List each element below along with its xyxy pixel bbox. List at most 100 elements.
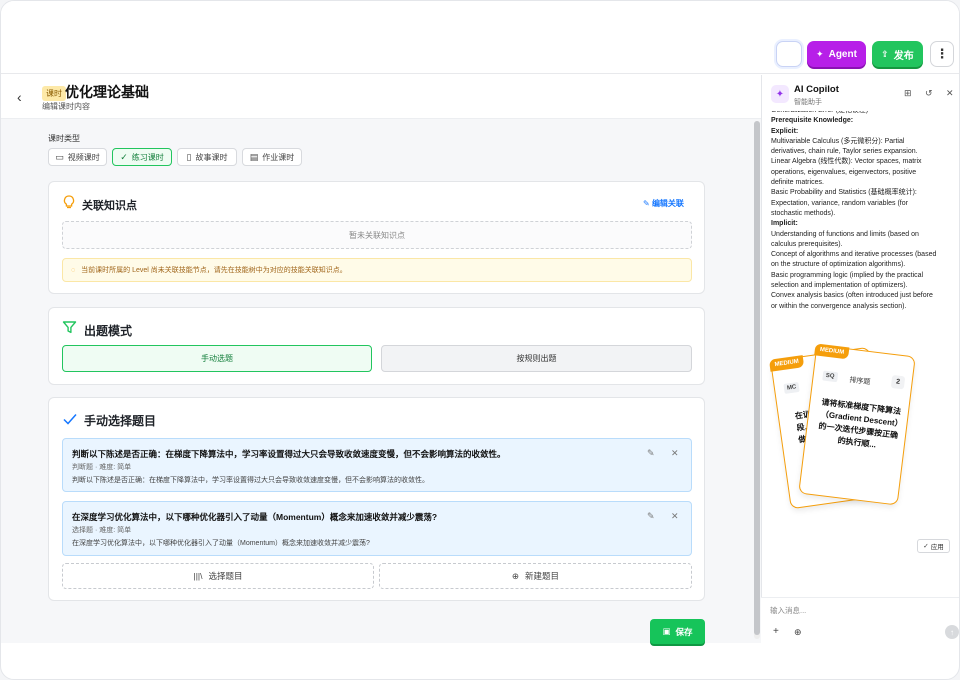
publish-button[interactable]: ⇪ 发布 <box>872 41 923 67</box>
type-practice-label: 练习课时 <box>131 152 164 162</box>
copilot-message: Generalization Error (泛化误差)Prerequisite … <box>771 111 955 317</box>
book-icon: ▯ <box>186 151 192 162</box>
type-homework-button[interactable]: ▤ 作业课时 <box>242 148 302 166</box>
type-video-button[interactable]: ▭ 视频课时 <box>48 148 107 166</box>
clipboard-icon: ▤ <box>249 151 259 162</box>
copilot-text-line: Basic Probability and Statistics (基础概率统计… <box>771 189 917 197</box>
publish-label: 发布 <box>893 50 914 62</box>
manual-title: 手动选择题目 <box>84 414 157 428</box>
flashcard-front[interactable]: MEDIUM SQ 排序题 2 请将标准梯度下降算法（Gradient Desc… <box>798 343 916 506</box>
agent-label: Agent <box>828 48 857 60</box>
knowledge-card: 关联知识点 ✎ 编辑关联 暂未关联知识点 ◌ 当前课时所属的 Level 尚未关… <box>48 181 705 294</box>
manual-mode-button[interactable]: 手动选题 <box>62 345 372 372</box>
type-video-label: 视频课时 <box>67 152 100 162</box>
remove-question-icon[interactable]: ✕ <box>671 511 679 522</box>
copilot-text-line: on the structure of optimization algorit… <box>771 261 906 269</box>
type-story-label: 故事课时 <box>195 152 228 162</box>
copilot-text-line: Understanding of functions and limits (b… <box>771 230 919 238</box>
knowledge-warning: ◌ 当前课时所属的 Level 尚未关联技能节点，请先在技能树中为对应的技能关联… <box>62 258 692 282</box>
save-icon: ▣ <box>662 626 671 636</box>
copilot-text-line: derivatives, chain rule, Taylor series e… <box>771 148 918 156</box>
copilot-text-line: Basic programming logic (implied by the … <box>771 271 924 279</box>
edit-association-label: 编辑关联 <box>651 199 684 208</box>
copilot-text-line: selection and implementation of optimize… <box>771 282 908 290</box>
edit-question-icon[interactable]: ✎ <box>647 448 655 459</box>
manual-selection-card: 手动选择题目 判断以下陈述是否正确：在梯度下降算法中，学习率设置得过大只会导致收… <box>48 397 705 601</box>
card-type-tag: SQ <box>822 370 838 383</box>
question-title: 在深度学习优化算法中，以下哪种优化器引入了动量（Momentum）概念来加速收敛… <box>72 512 438 522</box>
toolbar-blank-button[interactable] <box>776 41 802 67</box>
copilot-text-line: Explicit: <box>771 127 799 135</box>
new-chat-icon[interactable]: ⊞ <box>904 88 912 99</box>
back-arrow-icon[interactable]: ‹ <box>17 89 22 105</box>
card-count-badge: 2 <box>890 374 906 390</box>
create-question-button[interactable]: ⊕ 新建题目 <box>379 563 692 589</box>
copilot-subtitle: 智能助手 <box>794 99 822 106</box>
video-icon: ▭ <box>55 151 64 162</box>
library-icon: |||\ <box>193 571 203 581</box>
remove-question-icon[interactable]: ✕ <box>671 448 679 459</box>
save-button[interactable]: ▣ 保存 <box>650 619 705 644</box>
copilot-text-line: Prerequisite Knowledge: <box>771 117 854 125</box>
apply-button[interactable]: ✓ 应用 <box>917 539 950 553</box>
mode-title: 出题模式 <box>84 324 133 338</box>
type-story-button[interactable]: ▯ 故事课时 <box>177 148 237 166</box>
send-icon[interactable]: ↑ <box>945 625 959 639</box>
app-window: ✦ Agent ⇪ 发布 ⋮ ‹ 课时 优化理论基础 编辑课时内容 课时类型 ▭… <box>0 0 960 680</box>
edit-question-icon[interactable]: ✎ <box>647 511 655 522</box>
question-body: 判断以下陈述是否正确：在梯度下降算法中，学习率设置得过大只会导致收敛速度变慢，但… <box>72 477 429 484</box>
question-title: 判断以下陈述是否正确：在梯度下降算法中，学习率设置得过大只会导致收敛速度变慢，但… <box>72 449 506 459</box>
more-vertical-icon: ⋮ <box>935 46 949 61</box>
copilot-text-line: operations, eigenvalues, eigenvectors, p… <box>771 168 917 176</box>
scrollbar-thumb[interactable] <box>754 121 760 635</box>
copilot-text-line: Expectation, variance, random variables … <box>771 199 908 207</box>
question-mode-card: 出题模式 手动选题 按规则出题 <box>48 307 705 385</box>
copilot-text-line: Linear Algebra (线性代数): Vector spaces, ma… <box>771 158 922 166</box>
sparkle-icon: ✦ <box>816 48 824 59</box>
type-homework-label: 作业课时 <box>262 152 295 162</box>
select-question-label: 选择题目 <box>208 571 243 581</box>
warning-bulb-icon: ◌ <box>71 266 76 274</box>
copilot-text-line: Implicit: <box>771 220 798 228</box>
page-title: 优化理论基础 <box>65 84 149 100</box>
globe-icon[interactable]: ⊕ <box>794 627 802 638</box>
lesson-badge: 课时 <box>42 86 66 101</box>
copilot-text-line: Concept of algorithms and iterative proc… <box>771 251 937 259</box>
check-icon: ✓ <box>923 543 929 550</box>
history-icon[interactable]: ↺ <box>925 88 933 99</box>
select-question-button[interactable]: |||\ 选择题目 <box>62 563 374 589</box>
question-item[interactable]: 在深度学习优化算法中，以下哪种优化器引入了动量（Momentum）概念来加速收敛… <box>62 501 692 556</box>
more-options-button[interactable]: ⋮ <box>930 41 954 67</box>
card-type-label: 排序题 <box>848 376 871 387</box>
lesson-type-label: 课时类型 <box>48 134 80 143</box>
create-question-label: 新建题目 <box>525 571 560 581</box>
rule-mode-button[interactable]: 按规则出题 <box>381 345 692 372</box>
filter-icon <box>62 321 77 334</box>
copilot-input-area: 输入消息... + ⊕ ↑ <box>761 597 959 647</box>
copilot-text-line: definite matrices. <box>771 179 824 187</box>
knowledge-title: 关联知识点 <box>82 200 137 212</box>
card-question-text: 请将标准梯度下降算法（Gradient Descent）的一次迭代步骤按正确的执… <box>818 397 902 450</box>
check-icon: ✓ <box>120 151 128 162</box>
plus-circle-icon: ⊕ <box>511 570 520 581</box>
question-item[interactable]: 判断以下陈述是否正确：在梯度下降算法中，学习率设置得过大只会导致收敛速度变慢，但… <box>62 438 692 492</box>
edit-association-link[interactable]: ✎ 编辑关联 <box>643 198 684 209</box>
copilot-text-line: or within the convergence analysis secti… <box>771 302 907 310</box>
close-icon[interactable]: ✕ <box>946 88 954 99</box>
plus-icon[interactable]: + <box>773 626 779 637</box>
type-practice-button[interactable]: ✓ 练习课时 <box>112 148 172 166</box>
upload-icon: ⇪ <box>881 48 889 59</box>
copilot-logo-icon: ✦ <box>771 85 789 103</box>
message-input[interactable]: 输入消息... <box>770 605 806 616</box>
question-meta: 判断题 · 难度: 简单 <box>72 464 132 471</box>
question-body: 在深度学习优化算法中，以下哪种优化器引入了动量（Momentum）概念来加速收敛… <box>72 540 370 547</box>
checkmark-icon <box>63 414 77 425</box>
lightbulb-icon <box>63 195 75 209</box>
pencil-icon: ✎ <box>643 199 650 208</box>
apply-label: 应用 <box>930 544 944 551</box>
agent-button[interactable]: ✦ Agent <box>807 41 866 67</box>
knowledge-empty-state: 暂未关联知识点 <box>62 221 692 249</box>
question-meta: 选择题 · 难度: 简单 <box>72 527 132 534</box>
copilot-text-line: Convex analysis basics (often introduced… <box>771 292 933 300</box>
copilot-text-line: stochastic methods). <box>771 209 836 217</box>
